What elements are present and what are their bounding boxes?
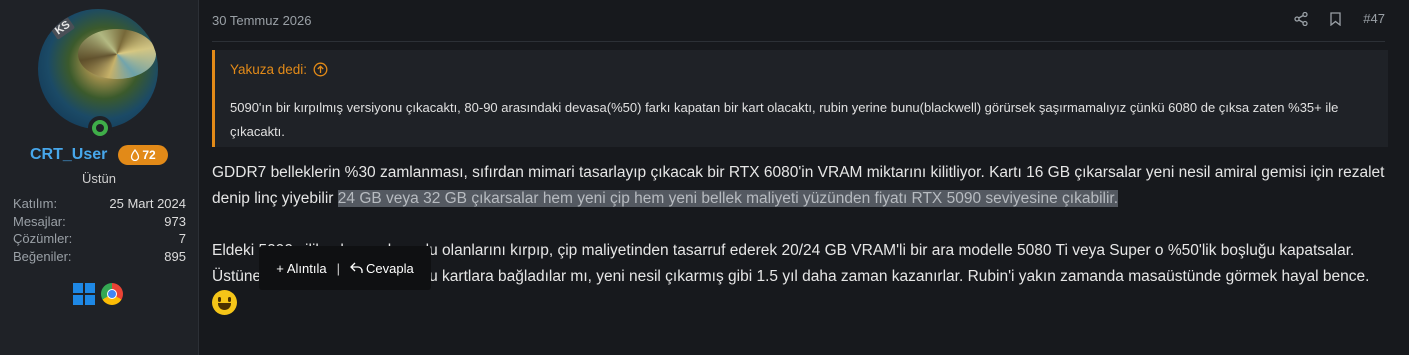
- reply-button-label: Cevapla: [366, 260, 414, 276]
- reputation-value: 72: [142, 148, 156, 162]
- quote-selection-button[interactable]: + Alıntıla: [276, 261, 326, 276]
- panel-divider: [198, 0, 199, 355]
- quote-block: Yakuza dedi: 5090'ın bir kırpılmış versi…: [212, 50, 1388, 147]
- reply-selection-button[interactable]: Cevapla: [350, 261, 414, 276]
- header-divider: [212, 41, 1385, 42]
- post-body: GDDR7 belleklerin %30 zamlanması, sıfırd…: [212, 160, 1392, 318]
- popup-separator: |: [336, 260, 341, 276]
- quote-author-label: Yakuza dedi:: [230, 62, 308, 77]
- selection-popup: + Alıntıla | Cevapla: [259, 246, 431, 290]
- selected-text: 24 GB veya 32 GB çıkarsalar hem yeni çip…: [337, 190, 1119, 207]
- droplet-icon: [131, 149, 140, 161]
- share-icon[interactable]: [1294, 11, 1308, 26]
- user-stats: Katılım: 25 Mart 2024 Mesajlar: 973 Çözüml…: [13, 195, 186, 265]
- post-date[interactable]: 30 Temmuz 2026: [212, 13, 312, 28]
- stat-likes: Beğeniler: 895: [13, 248, 186, 264]
- chrome-icon: [101, 283, 123, 305]
- avatar[interactable]: KS: [38, 9, 158, 129]
- post-number[interactable]: #47: [1363, 11, 1385, 26]
- windows-icon: [73, 283, 95, 305]
- avatar-badge: KS: [49, 16, 76, 40]
- reputation-badge[interactable]: 72: [118, 145, 168, 165]
- platform-icons: [73, 283, 123, 305]
- stat-messages: Mesajlar: 973: [13, 213, 186, 229]
- post-actions: #47: [1294, 11, 1385, 26]
- quote-button-label: Alıntıla: [286, 260, 327, 276]
- stat-joined: Katılım: 25 Mart 2024: [13, 196, 186, 211]
- plus-icon: +: [276, 260, 284, 276]
- online-status-icon: [88, 116, 112, 140]
- arrow-up-circle-icon[interactable]: [313, 62, 328, 77]
- post-paragraph-1: GDDR7 belleklerin %30 zamlanması, sıfırd…: [212, 160, 1392, 212]
- grinning-emoji-icon: [212, 290, 237, 315]
- bookmark-icon[interactable]: [1330, 11, 1341, 26]
- avatar-image: [78, 29, 156, 79]
- username-link[interactable]: CRT_User: [30, 146, 107, 164]
- user-panel: KS CRT_User 72 Üstün Katılım: 25 Mart 202…: [0, 0, 198, 355]
- reply-icon: [350, 262, 363, 273]
- quote-author[interactable]: Yakuza dedi:: [230, 62, 328, 77]
- stat-solutions: Çözümler: 7: [13, 231, 186, 246]
- quote-text: 5090'ın bir kırpılmış versiyonu çıkacakt…: [230, 100, 1339, 139]
- user-title: Üstün: [82, 171, 116, 186]
